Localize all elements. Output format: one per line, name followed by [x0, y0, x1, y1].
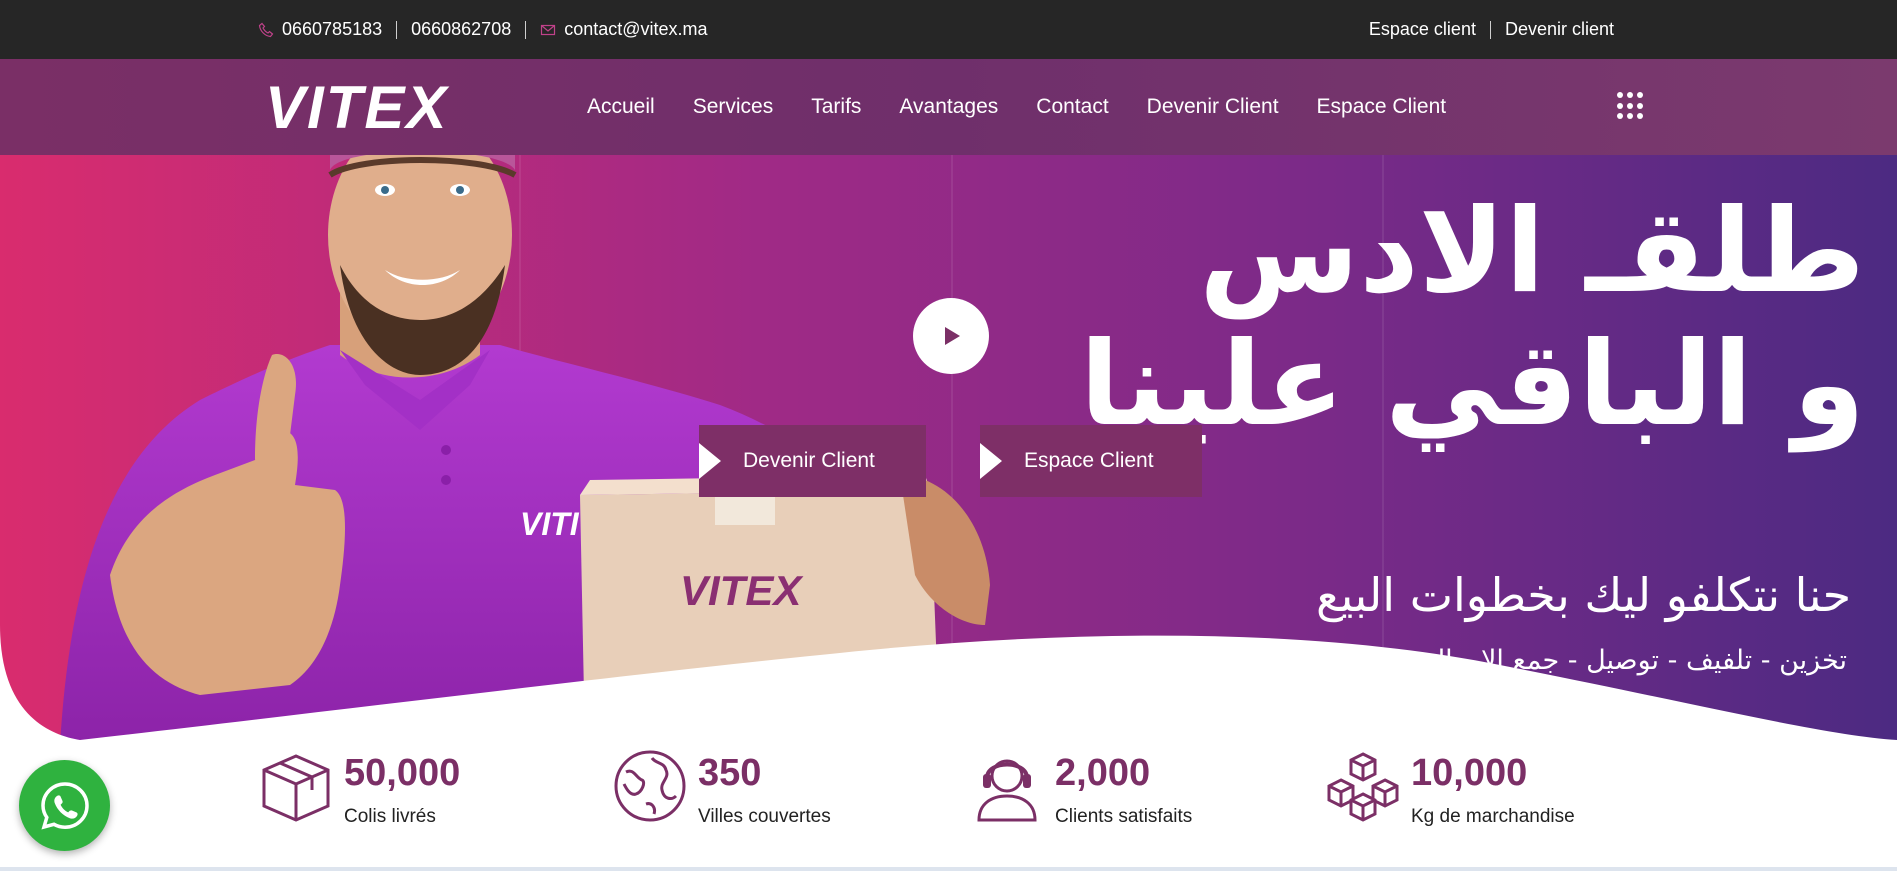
stat-value: 2,000 — [1055, 752, 1151, 794]
stat-label: Clients satisfaits — [1055, 806, 1193, 827]
stat-label: Kg de marchandise — [1411, 806, 1575, 827]
espace-client-label: Espace Client — [1024, 449, 1154, 472]
stat-value: 50,000 — [344, 752, 461, 794]
devenir-client-button[interactable]: Devenir Client — [699, 425, 926, 497]
divider — [525, 20, 527, 39]
main-navbar: VITEX Accueil Services Tarifs Avantages … — [0, 59, 1897, 155]
nav-services[interactable]: Services — [674, 95, 793, 119]
account-links: Espace client Devenir client — [1369, 0, 1614, 59]
support-agent-icon — [977, 759, 1037, 822]
phone-link-2[interactable]: 0660862708 — [411, 19, 511, 40]
stat-value: 10,000 — [1411, 752, 1528, 794]
espace-client-button[interactable]: Espace Client — [980, 425, 1202, 497]
nav-menu: Accueil Services Tarifs Avantages Contac… — [568, 59, 1465, 155]
nav-accueil[interactable]: Accueil — [568, 95, 674, 119]
devenir-client-label: Devenir Client — [743, 449, 875, 472]
stat-label: Villes couvertes — [698, 806, 831, 827]
boxes-icon — [1327, 752, 1399, 822]
stat-value: 350 — [698, 752, 762, 794]
mail-icon — [541, 24, 556, 35]
devenir-client-link[interactable]: Devenir client — [1505, 19, 1614, 40]
arrow-right-icon — [980, 443, 1002, 479]
play-icon — [945, 327, 960, 345]
arrow-right-icon — [699, 443, 721, 479]
hero-tagline: تخزين - تلفيف - توصيل - جمع الاموال و إع… — [1314, 645, 1847, 676]
globe-icon — [614, 750, 686, 822]
whatsapp-icon — [40, 781, 89, 830]
play-video-button[interactable] — [913, 298, 989, 374]
whatsapp-button[interactable] — [19, 760, 110, 851]
phone-number-2: 0660862708 — [411, 19, 512, 39]
divider — [1489, 20, 1491, 39]
nav-contact[interactable]: Contact — [1017, 95, 1127, 119]
phone-number-1: 0660785183 — [282, 19, 383, 39]
nav-devenir-client[interactable]: Devenir Client — [1128, 95, 1298, 119]
nav-avantages[interactable]: Avantages — [880, 95, 1017, 119]
divider — [396, 20, 398, 39]
hero-subtitle: حنا نتكلفو ليك بخطوات البيع — [1316, 568, 1851, 622]
hero-title: طلقـ الادس و الباقي علينا — [1080, 185, 1865, 452]
hero-title-line1: طلقـ الادس — [1199, 184, 1865, 319]
email-address: contact@vitex.ma — [564, 19, 708, 39]
espace-client-link[interactable]: Espace client — [1369, 19, 1476, 40]
shirt-logo: VITI — [520, 506, 580, 542]
nav-tarifs[interactable]: Tarifs — [792, 95, 880, 119]
top-bar: 0660785183 0660862708 contact@vitex.ma E… — [0, 0, 1897, 59]
email-link[interactable]: contact@vitex.ma — [540, 19, 708, 40]
stats-section: 50,000 Colis livrés 350 Villes couvertes… — [0, 730, 1897, 871]
contact-info: 0660785183 0660862708 contact@vitex.ma — [258, 0, 708, 59]
box-logo: VITEX — [680, 567, 804, 614]
stat-label: Colis livrés — [344, 806, 436, 827]
phone-icon — [258, 22, 274, 37]
svg-text:VITEX: VITEX — [265, 81, 450, 133]
grid-dots-icon[interactable] — [1617, 92, 1645, 120]
package-icon — [262, 754, 330, 822]
vitex-logo[interactable]: VITEX — [265, 81, 475, 133]
hero-banner: VITI VITEX طلقـ الادس و الباقي علينا حنا… — [0, 155, 1897, 745]
nav-espace-client[interactable]: Espace Client — [1298, 95, 1466, 119]
phone-link-1[interactable]: 0660785183 — [258, 19, 382, 40]
section-divider — [0, 867, 1897, 871]
